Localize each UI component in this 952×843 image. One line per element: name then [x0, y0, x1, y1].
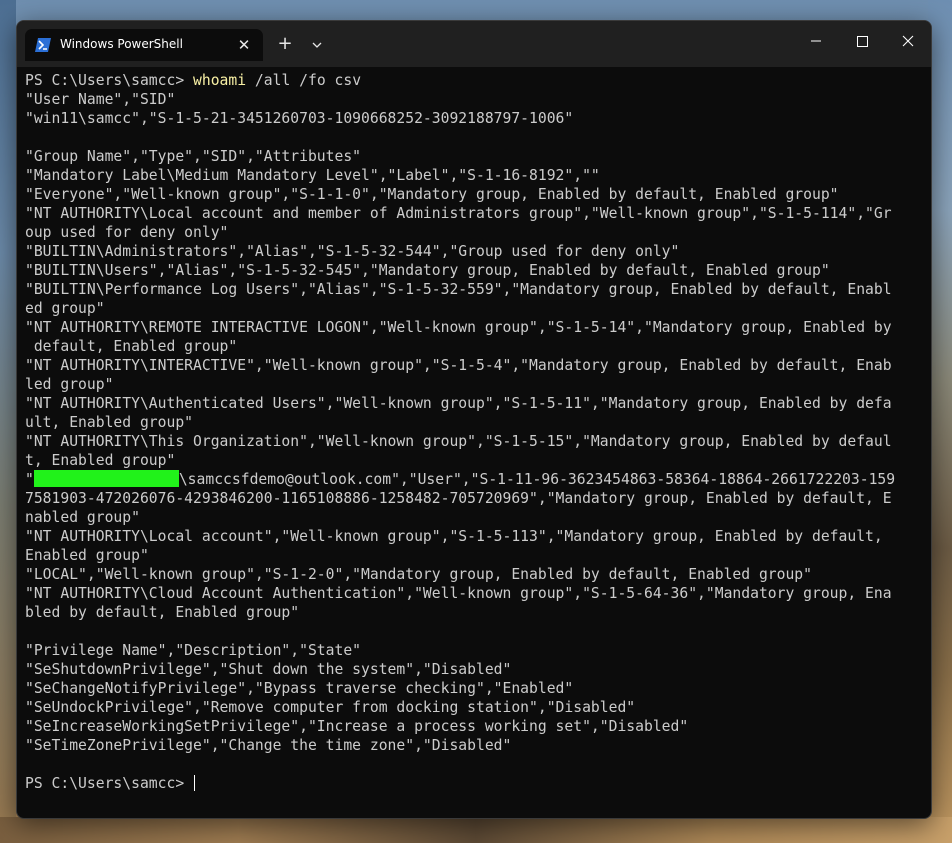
- group-line: "NT AUTHORITY\REMOTE INTERACTIVE LOGON",…: [25, 319, 892, 336]
- user-row: "win11\samcc","S-1-5-21-3451260703-10906…: [25, 110, 574, 127]
- group-line: "BUILTIN\Performance Log Users","Alias",…: [25, 281, 892, 298]
- group-line: oup used for deny only": [25, 224, 229, 241]
- privilege-line: "SeShutdownPrivilege","Shut down the sys…: [25, 661, 512, 678]
- group-line: "Everyone","Well-known group","S-1-1-0",…: [25, 186, 839, 203]
- new-tab-button[interactable]: +: [273, 33, 297, 57]
- group-line: nabled group": [25, 509, 140, 526]
- privilege-line: "SeUndockPrivilege","Remove computer fro…: [25, 699, 636, 716]
- desktop-wallpaper-bottom: [0, 817, 952, 843]
- quote-char: ": [25, 471, 34, 488]
- redacted-group-line: " \samccsfdemo@outlook.com","User","S-1-1…: [25, 470, 925, 489]
- group-line: "NT AUTHORITY\This Organization","Well-k…: [25, 433, 892, 450]
- group-line-rest: \samccsfdemo@outlook.com","User","S-1-11…: [178, 471, 896, 488]
- privilege-line: "SeChangeNotifyPrivilege","Bypass traver…: [25, 680, 574, 697]
- privilege-line: "SeIncreaseWorkingSetPrivilege","Increas…: [25, 718, 689, 735]
- terminal-window: Windows PowerShell ✕ + PS C:\Users\samcc…: [16, 20, 932, 819]
- user-header: "User Name","SID": [25, 91, 176, 108]
- title-bar: Windows PowerShell ✕ +: [17, 21, 931, 67]
- privilege-line: "SeTimeZonePrivilege","Change the time z…: [25, 737, 512, 754]
- group-line: "BUILTIN\Administrators","Alias","S-1-5-…: [25, 243, 680, 260]
- prompt: PS C:\Users\samcc>: [25, 775, 194, 792]
- group-line: led group": [25, 376, 114, 393]
- group-line: "LOCAL","Well-known group","S-1-2-0","Ma…: [25, 566, 812, 583]
- terminal-output[interactable]: PS C:\Users\samcc> whoami /all /fo csv "…: [25, 71, 925, 811]
- tab-windows-powershell[interactable]: Windows PowerShell ✕: [25, 29, 263, 61]
- close-window-button[interactable]: [885, 21, 931, 61]
- command-line: PS C:\Users\samcc> whoami /all /fo csv: [25, 71, 925, 90]
- command-args: /all /fo csv: [246, 72, 362, 89]
- group-line: 7581903-472026076-4293846200-1165108886-…: [25, 490, 892, 507]
- redaction-box: [33, 470, 179, 487]
- group-line: "NT AUTHORITY\Authenticated Users","Well…: [25, 395, 892, 412]
- group-line: bled by default, Enabled group": [25, 604, 300, 621]
- group-line: t, Enabled group": [25, 452, 176, 469]
- maximize-button[interactable]: [839, 21, 885, 61]
- group-line: "NT AUTHORITY\Cloud Account Authenticati…: [25, 585, 892, 602]
- desktop-wallpaper-left: [0, 0, 16, 843]
- group-line: "Mandatory Label\Medium Mandatory Level"…: [25, 167, 600, 184]
- group-line: ult, Enabled group": [25, 414, 194, 431]
- powershell-icon: [35, 38, 51, 52]
- command-name: whoami: [193, 72, 247, 89]
- group-line: "NT AUTHORITY\INTERACTIVE","Well-known g…: [25, 357, 892, 374]
- group-line: "NT AUTHORITY\Local account","Well-known…: [25, 528, 883, 545]
- privilege-header: "Privilege Name","Description","State": [25, 642, 362, 659]
- minimize-button[interactable]: [793, 21, 839, 61]
- group-line: Enabled group": [25, 547, 149, 564]
- group-line: "NT AUTHORITY\Local account and member o…: [25, 205, 892, 222]
- text-cursor: [194, 775, 196, 791]
- prompt-line[interactable]: PS C:\Users\samcc>: [25, 774, 925, 793]
- group-line: ed group": [25, 300, 105, 317]
- tab-title: Windows PowerShell: [60, 37, 183, 51]
- tab-close-icon[interactable]: ✕: [234, 35, 254, 55]
- prompt: PS C:\Users\samcc>: [25, 72, 194, 89]
- group-line: default, Enabled group": [25, 338, 238, 355]
- group-line: "BUILTIN\Users","Alias","S-1-5-32-545","…: [25, 262, 830, 279]
- chevron-down-icon[interactable]: [305, 33, 329, 57]
- group-header: "Group Name","Type","SID","Attributes": [25, 148, 362, 165]
